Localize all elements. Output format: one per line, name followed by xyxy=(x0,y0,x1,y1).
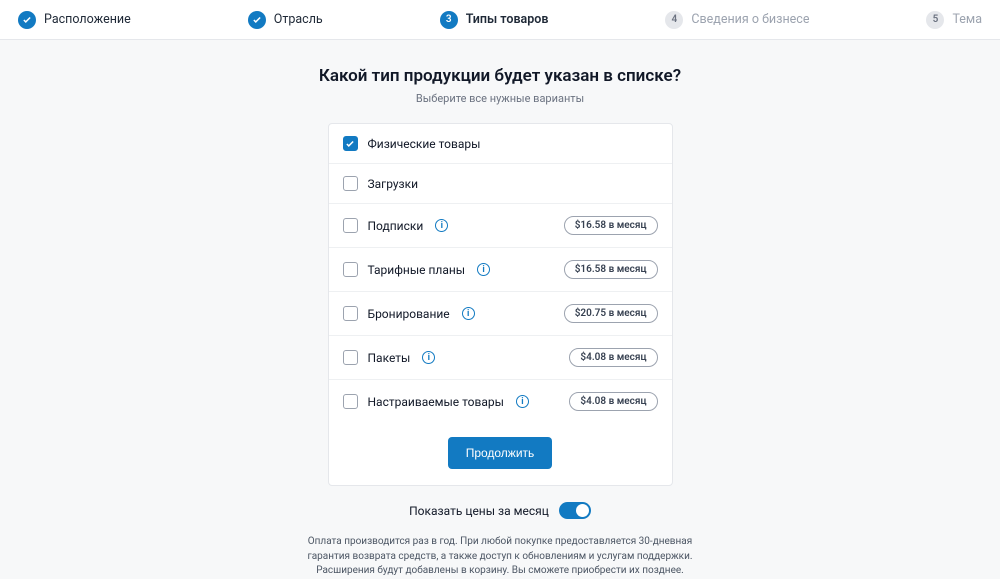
info-icon[interactable]: i xyxy=(435,219,448,232)
step-number: 4 xyxy=(665,11,683,29)
info-icon[interactable]: i xyxy=(422,351,435,364)
checkbox[interactable] xyxy=(343,176,358,191)
option-label: Бронирование xyxy=(368,307,450,321)
option-row-left: Подписки i xyxy=(343,218,449,233)
checkbox[interactable] xyxy=(343,136,358,151)
step-label: Расположение xyxy=(44,12,131,27)
option-row[interactable]: Пакетыi $4.08 в месяц xyxy=(329,336,672,380)
toggle-label: Показать цены за месяц xyxy=(409,504,549,518)
check-icon xyxy=(248,11,266,29)
option-label: Загрузки xyxy=(368,177,419,191)
price-pill: $20.75 в месяц xyxy=(564,304,658,323)
option-row-left: Бронирование i xyxy=(343,306,475,321)
option-label: Подписки xyxy=(368,219,424,233)
checkbox[interactable] xyxy=(343,394,358,409)
option-row[interactable]: Загрузки xyxy=(329,164,672,204)
option-label: Физические товары xyxy=(368,137,481,151)
info-icon[interactable]: i xyxy=(462,307,475,320)
price-pill: $16.58 в месяц xyxy=(564,216,658,235)
monthly-price-toggle[interactable] xyxy=(559,502,591,519)
step-label: Отрасль xyxy=(274,12,323,27)
option-row[interactable]: Бронирование i $20.75 в месяц xyxy=(329,292,672,336)
step-label: Тема xyxy=(952,12,982,27)
option-row[interactable]: Настраиваемые товары i $4.08 в месяц xyxy=(329,380,672,423)
price-toggle-row: Показать цены за месяц xyxy=(0,502,1000,519)
step-business-info[interactable]: 4 Сведения о бизнесе xyxy=(665,11,809,29)
checkbox[interactable] xyxy=(343,218,358,233)
continue-button[interactable]: Продолжить xyxy=(448,437,553,469)
check-icon xyxy=(18,11,36,29)
option-row[interactable]: Подписки i $16.58 в месяц xyxy=(329,204,672,248)
option-row-left: Тарифные планы i xyxy=(343,262,491,277)
info-icon[interactable]: i xyxy=(516,395,529,408)
step-number: 3 xyxy=(440,11,458,29)
option-label: Тарифные планы xyxy=(368,263,466,277)
step-industry[interactable]: Отрасль xyxy=(248,11,323,29)
checkbox[interactable] xyxy=(343,306,358,321)
step-label: Типы товаров xyxy=(466,12,549,27)
fine-print: Оплата производится раз в год. При любой… xyxy=(300,535,700,579)
price-pill: $16.58 в месяц xyxy=(564,260,658,279)
step-theme[interactable]: 5 Тема xyxy=(926,11,982,29)
step-label: Сведения о бизнесе xyxy=(691,12,809,27)
option-row-left: Пакетыi xyxy=(343,350,436,365)
options-card: Физические товары Загрузки Подписки i $16.58… xyxy=(328,123,673,486)
page-subtitle: Выберите все нужные варианты xyxy=(0,92,1000,105)
option-row-left: Настраиваемые товары i xyxy=(343,394,529,409)
price-pill: $4.08 в месяц xyxy=(569,392,657,411)
option-row[interactable]: Физические товары xyxy=(329,124,672,164)
price-pill: $4.08 в месяц xyxy=(569,348,657,367)
step-product-types[interactable]: 3 Типы товаров xyxy=(440,11,549,29)
option-row[interactable]: Тарифные планы i $16.58 в месяц xyxy=(329,248,672,292)
option-row-left: Физические товары xyxy=(343,136,481,151)
stepper: Расположение Отрасль 3 Типы товаров 4 Св… xyxy=(0,0,1000,40)
info-icon[interactable]: i xyxy=(477,263,490,276)
option-label: Пакеты xyxy=(368,351,411,365)
option-label: Настраиваемые товары xyxy=(368,395,504,409)
page-title: Какой тип продукции будет указан в списк… xyxy=(0,66,1000,86)
step-location[interactable]: Расположение xyxy=(18,11,131,29)
option-row-left: Загрузки xyxy=(343,176,419,191)
step-number: 5 xyxy=(926,11,944,29)
checkbox[interactable] xyxy=(343,350,358,365)
main-content: Какой тип продукции будет указан в списк… xyxy=(0,40,1000,579)
continue-wrap: Продолжить xyxy=(329,423,672,485)
checkbox[interactable] xyxy=(343,262,358,277)
